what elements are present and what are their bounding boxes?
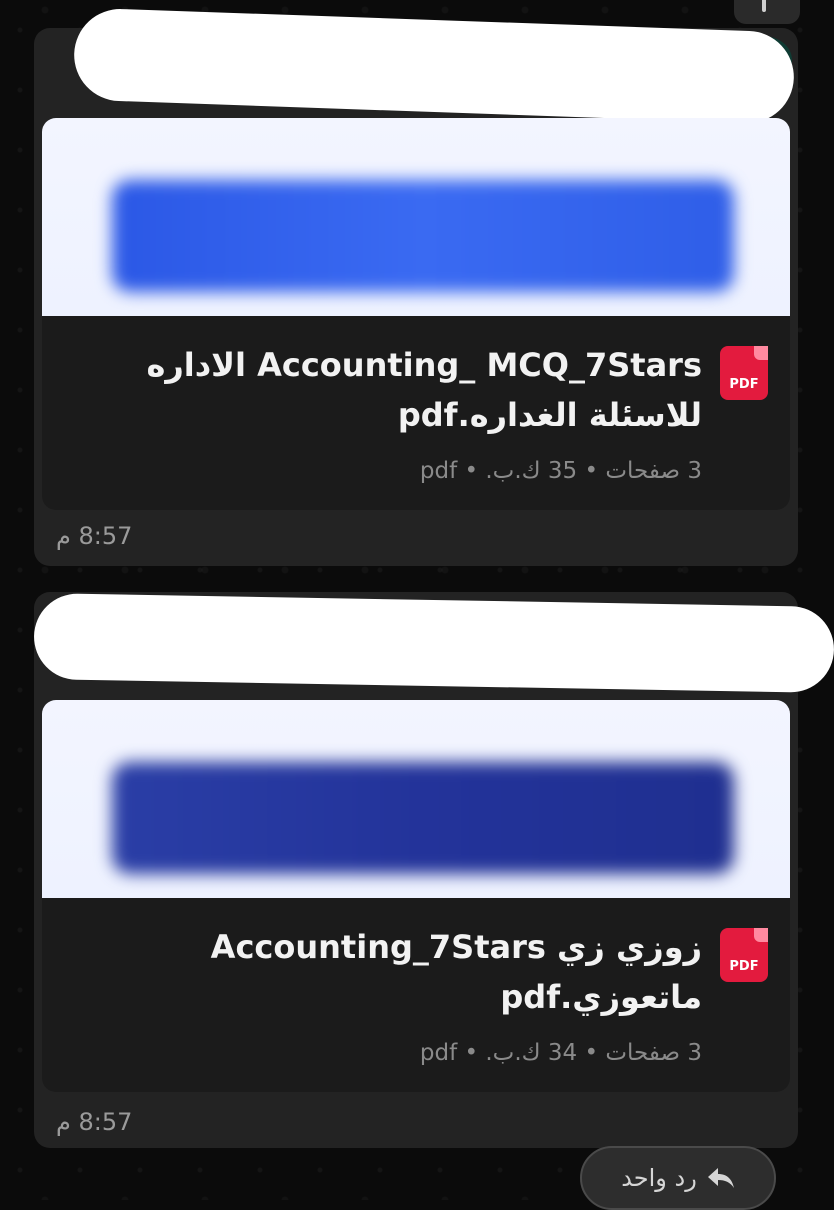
redaction-mark [33, 593, 834, 693]
pdf-file-icon: PDF [720, 928, 768, 982]
scroll-to-top-button[interactable] [734, 0, 800, 24]
document-preview [42, 700, 790, 898]
reply-arrow-icon [707, 1166, 735, 1190]
arrow-up-icon [762, 0, 766, 12]
document-attachment[interactable]: PDF Accounting_ MCQ_7Stars الاداره للاسئ… [42, 118, 790, 510]
document-meta: 3 صفحات • 34 ك.ب. • pdf [419, 1040, 702, 1066]
message-bubble[interactable]: PDF زوزي زي Accounting_7Stars ماتعوزي.pd… [33, 592, 834, 1148]
document-attachment[interactable]: PDF زوزي زي Accounting_7Stars ماتعوزي.pd… [42, 700, 790, 1092]
message-timestamp: 8:57 م [56, 1108, 133, 1136]
document-file-name: Accounting_ MCQ_7Stars الاداره للاسئلة ا… [146, 346, 702, 434]
message-timestamp: 8:57 م [56, 522, 133, 550]
reply-button[interactable]: رد واحد [580, 1146, 776, 1210]
document-file-name: زوزي زي Accounting_7Stars ماتعوزي.pdf [210, 928, 702, 1016]
reply-button-label: رد واحد [621, 1164, 697, 1192]
pdf-file-icon: PDF [720, 346, 768, 400]
message-bubble[interactable]: PDF Accounting_ MCQ_7Stars الاداره للاسئ… [34, 7, 798, 566]
document-meta: 3 صفحات • 35 ك.ب. • pdf [419, 458, 702, 484]
document-preview [42, 118, 790, 316]
